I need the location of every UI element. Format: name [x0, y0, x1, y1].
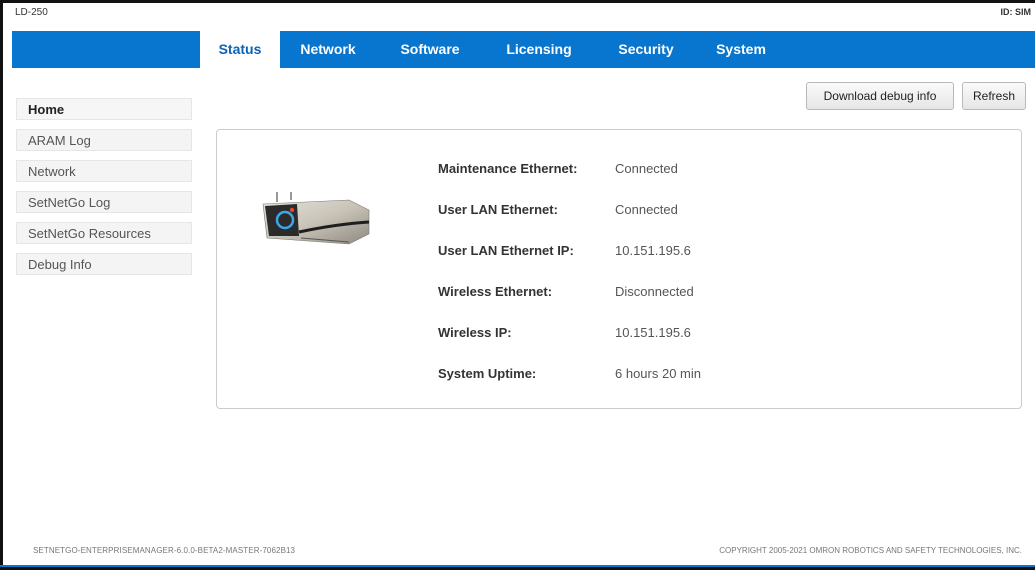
value-system-uptime: 6 hours 20 min [615, 366, 701, 381]
tab-software[interactable]: Software [380, 31, 480, 68]
tab-network[interactable]: Network [280, 31, 376, 68]
status-panel: Maintenance Ethernet: Connected User LAN… [216, 129, 1022, 409]
copyright-text: COPYRIGHT 2005-2021 OMRON ROBOTICS AND S… [719, 546, 1022, 555]
label-system-uptime: System Uptime: [438, 366, 537, 381]
device-id: ID: SIM [1000, 7, 1032, 17]
version-text: SETNETGO-ENTERPRISEMANAGER-6.0.0-BETA2-M… [33, 546, 296, 555]
value-user-lan-ethernet: Connected [615, 202, 678, 217]
tab-licensing[interactable]: Licensing [484, 31, 594, 68]
top-bar: LD-250 ID: SIM [0, 0, 1035, 30]
robot-icon [262, 192, 370, 245]
sidebar-item-debug-info[interactable]: Debug Info [16, 253, 192, 275]
value-user-lan-ethernet-ip: 10.151.195.6 [615, 243, 691, 258]
value-wireless-ethernet: Disconnected [615, 284, 694, 299]
robot-model: LD-250 [15, 7, 48, 18]
tab-security[interactable]: Security [596, 31, 696, 68]
sidebar-item-aram-log[interactable]: ARAM Log [16, 129, 192, 151]
sidebar-item-setnetgo-log[interactable]: SetNetGo Log [16, 191, 192, 213]
sidebar: Home ARAM Log Network SetNetGo Log SetNe… [16, 98, 192, 284]
value-maintenance-ethernet: Connected [615, 161, 678, 176]
label-maintenance-ethernet: Maintenance Ethernet: [438, 161, 578, 176]
download-debug-info-button[interactable]: Download debug info [806, 82, 954, 110]
value-wireless-ip: 10.151.195.6 [615, 325, 691, 340]
sidebar-item-home[interactable]: Home [16, 98, 192, 120]
label-wireless-ethernet: Wireless Ethernet: [438, 284, 553, 299]
label-user-lan-ethernet-ip: User LAN Ethernet IP: [438, 243, 574, 258]
sidebar-item-network[interactable]: Network [16, 160, 192, 182]
bottom-accent-line [0, 565, 1035, 567]
sidebar-item-setnetgo-resources[interactable]: SetNetGo Resources [16, 222, 192, 244]
label-user-lan-ethernet: User LAN Ethernet: [438, 202, 558, 217]
main-nav: Status Network Software Licensing Securi… [12, 31, 1035, 68]
label-wireless-ip: Wireless IP: [438, 325, 512, 340]
refresh-button[interactable]: Refresh [962, 82, 1026, 110]
tab-system[interactable]: System [694, 31, 788, 68]
tab-status[interactable]: Status [200, 31, 280, 68]
